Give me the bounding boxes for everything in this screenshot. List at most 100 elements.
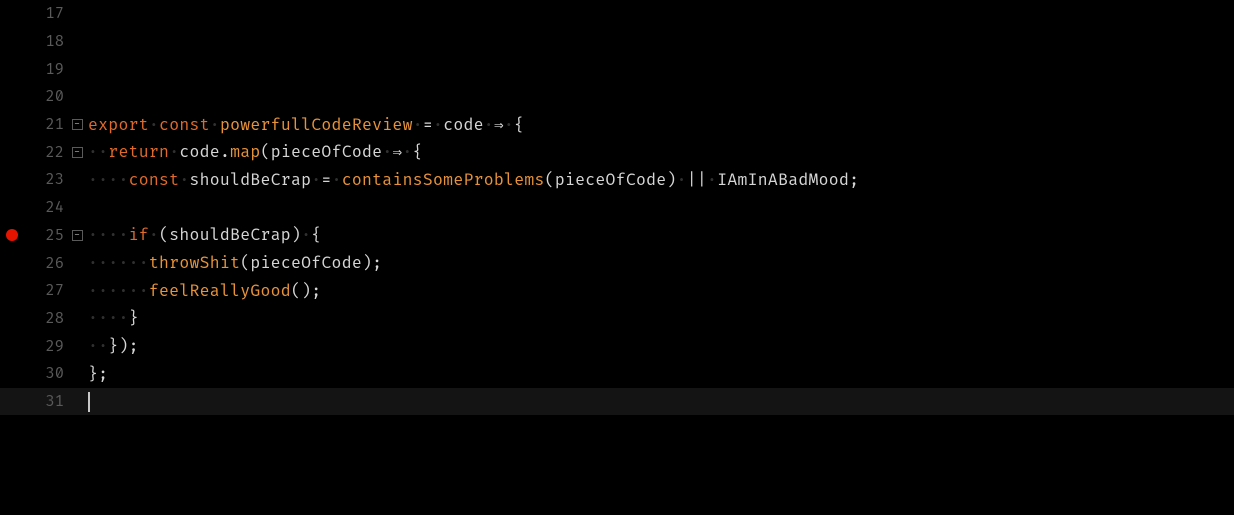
line-number: 31 (24, 392, 66, 411)
token-ws: ···· (88, 308, 129, 328)
token-paren: ( (545, 170, 555, 190)
code-line[interactable]: 21−export·const·powerfullCodeReview·=·co… (0, 111, 1234, 139)
code-content[interactable]: ··return·code.map(pieceOfCode·⇒·{ (88, 142, 1234, 162)
token-punct: ; (311, 281, 321, 301)
line-number: 30 (24, 364, 66, 383)
token-brace: } (108, 336, 118, 356)
code-line[interactable]: 23····const·shouldBeCrap·=·containsSomeP… (0, 166, 1234, 194)
token-punct: ; (849, 170, 859, 190)
code-line[interactable]: 28 ····} (0, 305, 1234, 333)
token-fn-call: throwShit (149, 253, 240, 273)
token-brace: { (514, 115, 524, 135)
token-ws: · (413, 115, 423, 135)
token-paren: ) (291, 225, 301, 245)
token-paren: ( (159, 225, 169, 245)
line-number: 26 (24, 254, 66, 273)
token-method: map (230, 142, 260, 162)
token-paren: ( (240, 253, 250, 273)
code-content[interactable]: ····} (88, 308, 1234, 328)
token-ws: ···· (88, 225, 129, 245)
token-ws: · (707, 170, 717, 190)
line-number: 28 (24, 309, 66, 328)
code-content[interactable]: ····const·shouldBeCrap·=·containsSomePro… (88, 170, 1234, 190)
code-editor[interactable]: 17 18192021−export·const·powerfullCodeRev… (0, 0, 1234, 515)
token-ident: code (179, 142, 220, 162)
token-ws: · (149, 225, 159, 245)
line-number: 23 (24, 170, 66, 189)
token-arrow: ⇒ (494, 115, 504, 135)
token-ident: IAmInABadMood (717, 170, 849, 190)
token-op: = (423, 115, 433, 135)
code-content[interactable]: ······throwShit(pieceOfCode); (88, 253, 1234, 273)
code-content[interactable]: }; (88, 364, 1234, 384)
token-ident: pieceOfCode (250, 253, 362, 273)
token-brace: } (88, 364, 98, 384)
code-line[interactable]: 19 (0, 55, 1234, 83)
code-line[interactable]: 26 ······throwShit(pieceOfCode); (0, 249, 1234, 277)
token-paren: ) (666, 170, 676, 190)
code-line[interactable]: 29 ··}); (0, 332, 1234, 360)
code-line[interactable]: 18 (0, 28, 1234, 56)
code-line[interactable]: 25−····if·(shouldBeCrap)·{ (0, 222, 1234, 250)
token-ws: · (504, 115, 514, 135)
fold-gutter[interactable]: − (66, 147, 88, 158)
token-ident: code (443, 115, 484, 135)
code-content[interactable]: ······feelReallyGood(); (88, 281, 1234, 301)
token-paren: ) (118, 336, 128, 356)
code-content[interactable]: export·const·powerfullCodeReview·=·code·… (88, 115, 1234, 135)
token-ws: · (382, 142, 392, 162)
token-ws: · (179, 170, 189, 190)
fold-collapse-icon[interactable]: − (72, 230, 83, 241)
token-punct: . (220, 142, 230, 162)
line-number: 29 (24, 337, 66, 356)
token-ws: ·· (88, 142, 108, 162)
token-ws: · (149, 115, 159, 135)
line-number: 22 (24, 143, 66, 162)
token-ws: · (484, 115, 494, 135)
token-kw-const: const (129, 170, 180, 190)
token-kw-return: return (108, 142, 169, 162)
fold-collapse-icon[interactable]: − (72, 119, 83, 130)
token-ident: shouldBeCrap (189, 170, 311, 190)
token-ws: · (433, 115, 443, 135)
token-brace: } (129, 308, 139, 328)
code-line[interactable]: 20 (0, 83, 1234, 111)
token-punct: ; (98, 364, 108, 384)
code-content[interactable]: ··}); (88, 336, 1234, 356)
token-paren: ) (362, 253, 372, 273)
fold-gutter[interactable]: − (66, 119, 88, 130)
token-brace: { (311, 225, 321, 245)
code-line[interactable]: 30}; (0, 360, 1234, 388)
fold-gutter[interactable]: − (66, 230, 88, 241)
token-paren: ) (301, 281, 311, 301)
code-content[interactable]: ····if·(shouldBeCrap)·{ (88, 225, 1234, 245)
line-number: 24 (24, 198, 66, 217)
breakpoint-gutter[interactable] (0, 229, 24, 241)
token-kw-if: if (129, 225, 149, 245)
token-fn-call: feelReallyGood (149, 281, 291, 301)
text-cursor (88, 392, 90, 412)
line-number: 17 (24, 4, 66, 23)
token-op: = (321, 170, 331, 190)
token-ws: · (402, 142, 412, 162)
token-punct: ; (372, 253, 382, 273)
code-line[interactable]: 27······feelReallyGood(); (0, 277, 1234, 305)
token-ws: · (301, 225, 311, 245)
token-op: || (687, 170, 707, 190)
token-ident: pieceOfCode (271, 142, 383, 162)
token-ws: · (677, 170, 687, 190)
code-line[interactable]: 22−··return·code.map(pieceOfCode·⇒·{ (0, 138, 1234, 166)
code-line[interactable]: 24 (0, 194, 1234, 222)
token-paren: ( (261, 142, 271, 162)
breakpoint-icon[interactable] (6, 229, 18, 241)
code-line[interactable]: 31 (0, 388, 1234, 416)
token-paren: ( (291, 281, 301, 301)
token-kw-const: const (159, 115, 210, 135)
code-line[interactable]: 17 (0, 0, 1234, 28)
token-ident: pieceOfCode (555, 170, 667, 190)
token-brace: { (413, 142, 423, 162)
token-punct: ; (129, 336, 139, 356)
token-ws: ···· (88, 170, 129, 190)
code-content[interactable] (88, 391, 1234, 412)
fold-collapse-icon[interactable]: − (72, 147, 83, 158)
